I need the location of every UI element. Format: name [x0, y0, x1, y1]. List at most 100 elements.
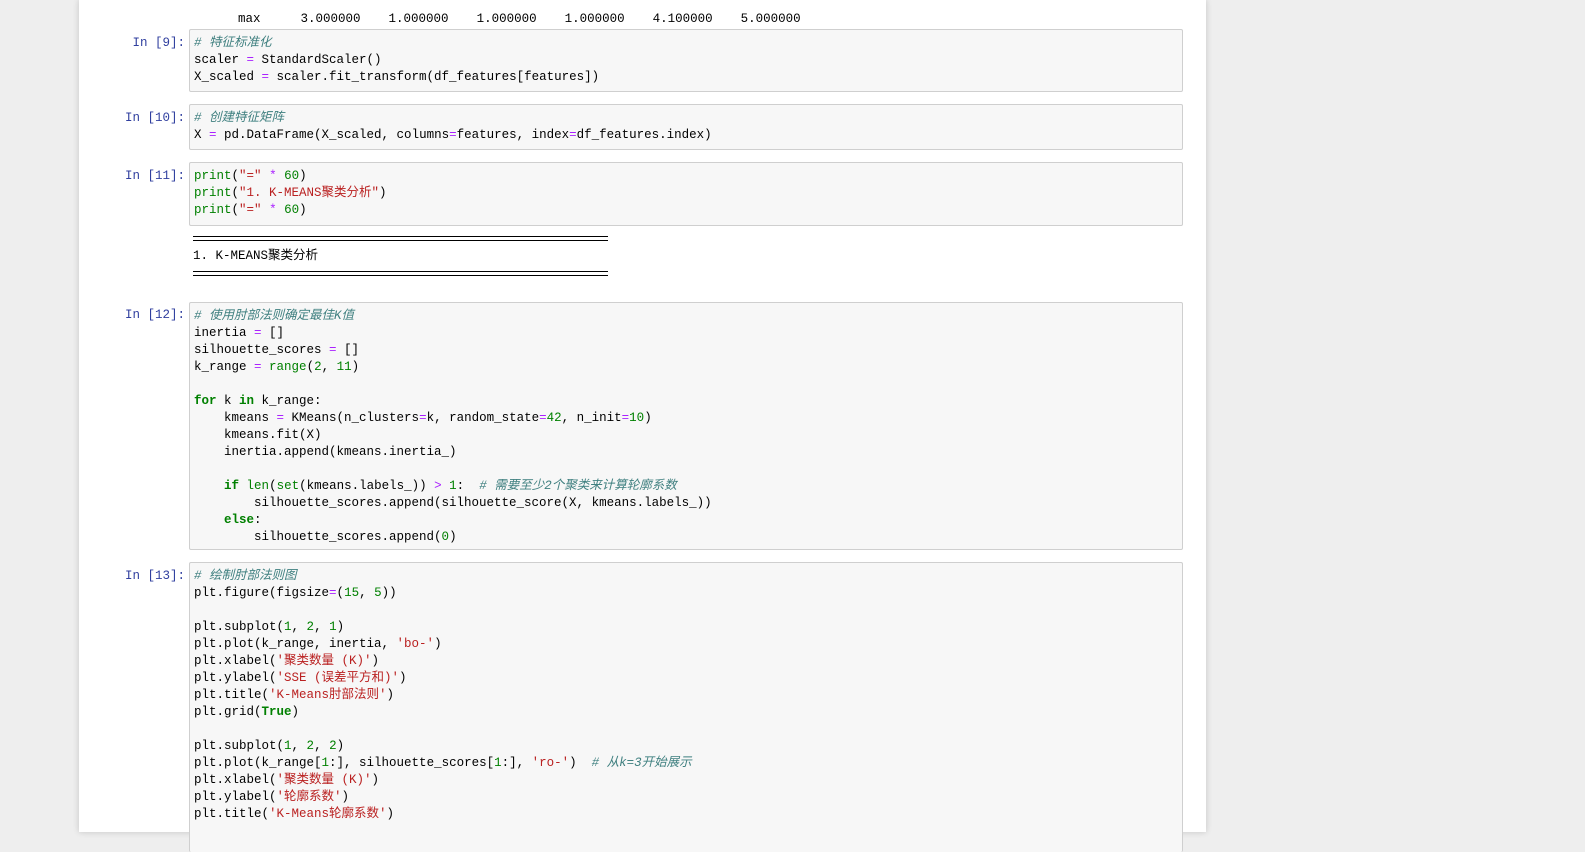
code-token: # 使用肘部法则确定最佳K值 [194, 309, 355, 323]
code-line: silhouette_scores.append(silhouette_scor… [194, 495, 1182, 512]
code-token: 5 [374, 586, 382, 600]
code-token: ) [336, 620, 345, 634]
code-editor[interactable]: # 绘制肘部法则图 plt.figure(figsize=(15, 5)) plt.… [194, 568, 1182, 823]
cell-prompt: In [11]: [124, 169, 185, 183]
code-token: 60 [284, 169, 300, 183]
code-line: inertia.append(kmeans.inertia_) [194, 444, 1182, 461]
code-token: # 绘制肘部法则图 [194, 569, 297, 583]
cell-output: 1. K-MEANS聚类分析 [189, 236, 1183, 276]
code-token: k [216, 394, 240, 408]
code-token: ) [371, 654, 380, 668]
code-token: True [261, 705, 292, 719]
code-token: ) [291, 705, 300, 719]
code-token: = [209, 128, 217, 142]
code-token: X_scaled [194, 70, 262, 84]
code-token: 42 [546, 411, 562, 425]
code-token: 10 [629, 411, 645, 425]
code-line: plt.ylabel('SSE (误差平方和)') [194, 670, 1182, 687]
code-token: = [254, 360, 262, 374]
code-line: scaler = StandardScaler() [194, 52, 1182, 69]
value: 4.100000 [652, 12, 713, 26]
code-editor[interactable]: # 创建特征矩阵 X = pd.DataFrame(X_scaled, colum… [194, 110, 1182, 144]
code-token: '聚类数量 (K)' [276, 773, 372, 787]
code-cell-input[interactable]: print("=" * 60) print("1. K-MEANS聚类分析") pr… [189, 162, 1183, 226]
code-line: X = pd.DataFrame(X_scaled, columns=featu… [194, 127, 1182, 144]
code-line: plt.plot(k_range[1:], silhouette_scores[… [194, 755, 1182, 772]
code-line: plt.subplot(1, 2, 2) [194, 738, 1182, 755]
code-token: :], [501, 756, 532, 770]
code-token: = [329, 343, 337, 357]
code-token: kmeans [194, 411, 277, 425]
code-token: for [194, 394, 217, 408]
code-token: scaler.fit_transform(df_features[feature… [269, 70, 600, 84]
code-token: , n_init [561, 411, 622, 425]
code-token: plt.title( [194, 807, 270, 821]
code-line: plt.xlabel('聚类数量 (K)') [194, 653, 1182, 670]
code-line: print("=" * 60) [194, 202, 1182, 219]
code-cell-input[interactable]: # 绘制肘部法则图 plt.figure(figsize=(15, 5)) plt.… [189, 562, 1183, 852]
code-editor[interactable]: # 使用肘部法则确定最佳K值 inertia = [] silhouette_sco… [194, 308, 1182, 546]
code-token: = [569, 128, 577, 142]
code-line: plt.title('K-Means轮廓系数') [194, 806, 1182, 823]
code-line: for k in k_range: [194, 393, 1182, 410]
code-token: # 创建特征矩阵 [194, 111, 285, 125]
code-token: , [314, 620, 330, 634]
code-line: inertia = [] [194, 325, 1182, 342]
code-token: '聚类数量 (K)' [276, 654, 372, 668]
code-token: ) [299, 169, 307, 183]
code-line: # 使用肘部法则确定最佳K值 [194, 308, 1182, 325]
code-token: 2 [314, 360, 322, 374]
value: 5.000000 [740, 12, 801, 26]
equals-rule [193, 236, 608, 241]
code-line: silhouette_scores = [] [194, 342, 1182, 359]
code-token: = [419, 411, 427, 425]
value: 3.000000 [300, 12, 361, 26]
cell-prompt: In [13]: [124, 569, 185, 583]
row-label: max [238, 12, 261, 26]
code-token: 1 [494, 756, 502, 770]
code-token: # 从k=3开始展示 [591, 756, 692, 770]
code-token: scaler [194, 53, 247, 67]
code-token: ) [434, 637, 442, 651]
code-line: plt.grid(True) [194, 704, 1182, 721]
code-editor[interactable]: # 特征标准化 scaler = StandardScaler() X_scaled… [194, 35, 1182, 86]
code-line: print("1. K-MEANS聚类分析") [194, 185, 1182, 202]
code-line: plt.plot(k_range, inertia, 'bo-') [194, 636, 1182, 653]
code-token: * [269, 169, 277, 183]
code-token: ) [336, 739, 345, 753]
code-token: len [246, 479, 270, 493]
code-token: features, index [456, 128, 570, 142]
code-token: , [291, 739, 307, 753]
code-token: 1 [449, 479, 457, 493]
code-token: ) [351, 360, 360, 374]
code-cell-input[interactable]: # 特征标准化 scaler = StandardScaler() X_scaled… [189, 29, 1183, 92]
code-token: > [434, 479, 442, 493]
code-token: 1 [329, 620, 337, 634]
equals-rule [193, 271, 608, 276]
code-token: ) [449, 530, 457, 544]
code-token: else [224, 513, 255, 527]
code-token: ( [231, 186, 240, 200]
code-line: X_scaled = scaler.fit_transform(df_featu… [194, 69, 1182, 86]
code-token: ) [341, 790, 350, 804]
notebook-container: max 3.000000 1.000000 1.000000 1.000000 4.100… [79, 0, 1206, 852]
code-token: StandardScaler() [254, 53, 382, 67]
code-token: ) [644, 411, 652, 425]
cell-prompt: In [10]: [124, 111, 185, 125]
code-token: 1 [284, 739, 292, 753]
code-token: , [291, 620, 307, 634]
code-cell-input[interactable]: # 创建特征矩阵 X = pd.DataFrame(X_scaled, colum… [189, 104, 1183, 150]
code-token: (kmeans.labels_)) [299, 479, 435, 493]
code-cell-input[interactable]: # 使用肘部法则确定最佳K值 inertia = [] silhouette_sco… [189, 302, 1183, 550]
code-token: set [276, 479, 300, 493]
code-token: inertia [194, 326, 255, 340]
code-line: kmeans.fit(X) [194, 427, 1182, 444]
code-editor[interactable]: print("=" * 60) print("1. K-MEANS聚类分析") pr… [194, 168, 1182, 219]
describe-output-max-row: max 3.000000 1.000000 1.000000 1.000000 4.100… [193, 0, 801, 26]
code-token: ( [269, 479, 277, 493]
